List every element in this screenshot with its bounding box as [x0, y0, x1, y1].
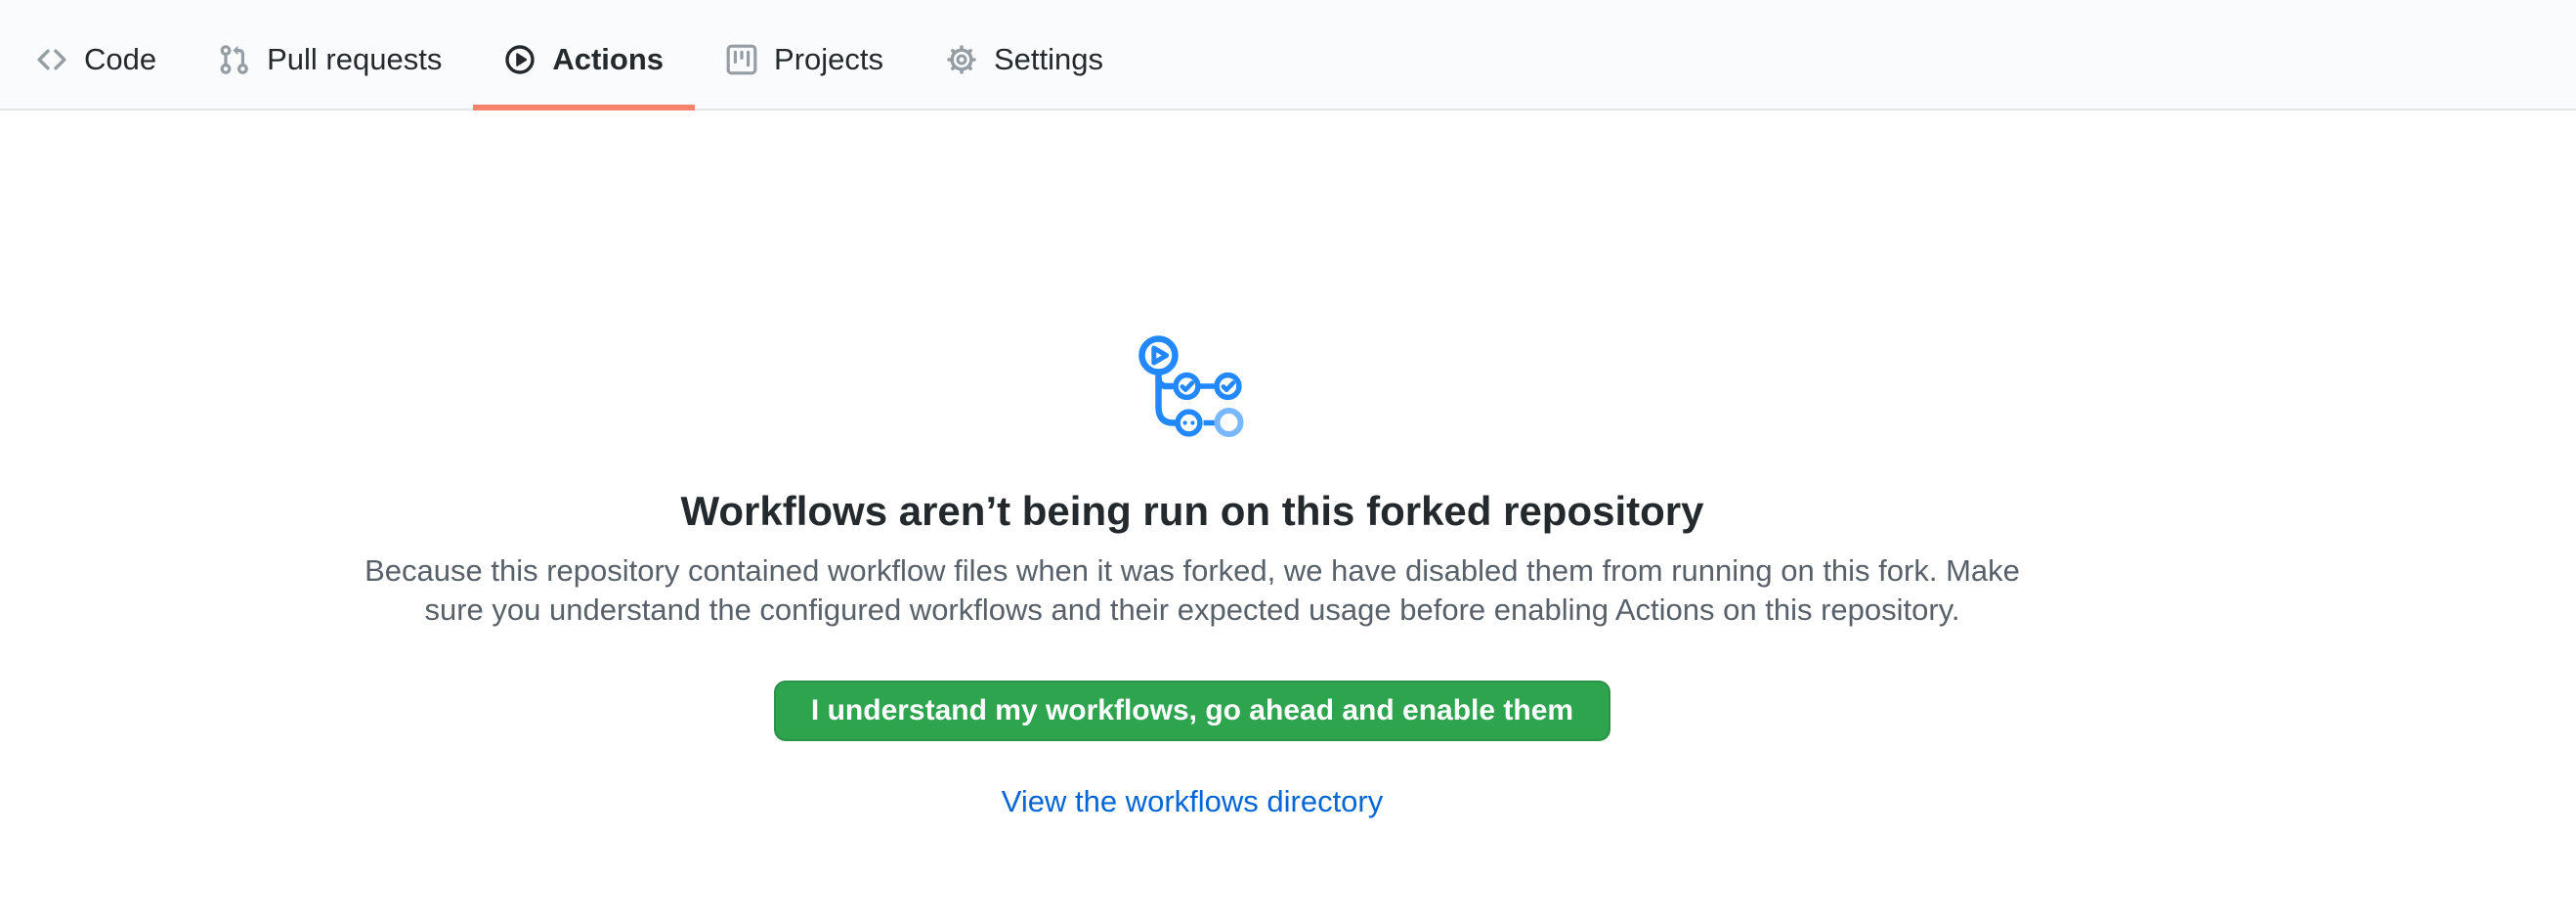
link-row: View the workflows directory	[0, 782, 2384, 827]
blankslate-description-line2: sure you understand the configured workf…	[0, 591, 2384, 630]
repo-tab-bar: Code Pull requests	[5, 0, 1135, 109]
view-workflows-directory-link[interactable]: View the workflows directory	[1002, 784, 1384, 818]
workflow-graph-icon	[0, 335, 2384, 438]
blankslate: Workflows aren’t being run on this forke…	[0, 335, 2384, 827]
gear-icon	[946, 44, 977, 75]
tab-projects[interactable]: Projects	[695, 0, 915, 109]
blankslate-description: Because this repository contained workfl…	[0, 551, 2384, 630]
code-icon	[36, 44, 67, 75]
tab-pull-requests-label: Pull requests	[267, 44, 442, 74]
tab-pull-requests[interactable]: Pull requests	[188, 0, 473, 109]
repo-nav: Code Pull requests	[0, 0, 2576, 110]
git-pull-request-icon	[219, 44, 250, 75]
tab-actions-label: Actions	[552, 44, 664, 74]
tab-settings[interactable]: Settings	[915, 0, 1135, 109]
tab-projects-label: Projects	[774, 44, 883, 74]
actions-disabled-page: Workflows aren’t being run on this forke…	[0, 335, 2576, 827]
play-circle-icon	[504, 44, 536, 75]
enable-workflows-button[interactable]: I understand my workflows, go ahead and …	[774, 681, 1610, 741]
project-board-icon	[726, 44, 757, 75]
tab-code-label: Code	[84, 44, 156, 74]
blankslate-description-line1: Because this repository contained workfl…	[0, 551, 2384, 591]
blankslate-title: Workflows aren’t being run on this forke…	[0, 487, 2384, 536]
tab-settings-label: Settings	[994, 44, 1103, 74]
tab-code[interactable]: Code	[5, 0, 188, 109]
tab-actions[interactable]: Actions	[473, 0, 695, 109]
